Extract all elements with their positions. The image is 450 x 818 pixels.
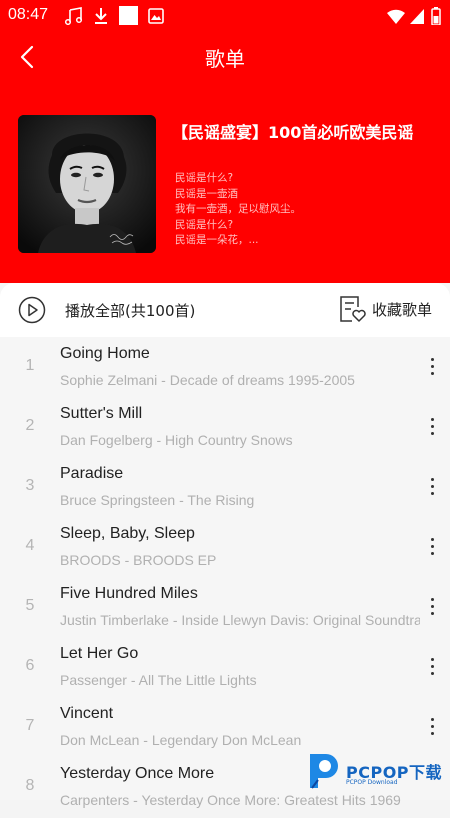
pcpop-logo-icon xyxy=(310,754,338,789)
action-bar: 播放全部(共100首) 收藏歌单 xyxy=(0,283,450,337)
song-list: 1 Going Home Sophie Zelmani - Decade of … xyxy=(0,338,450,818)
collect-list-icon xyxy=(340,296,366,322)
more-options-icon[interactable] xyxy=(422,352,442,380)
song-artist-album: Passenger - All The Little Lights xyxy=(60,672,257,688)
song-row[interactable]: 4 Sleep, Baby, Sleep BROODS - BROODS EP xyxy=(0,518,450,578)
song-artist-album: Don McLean - Legendary Don McLean xyxy=(60,732,302,748)
song-number: 6 xyxy=(25,657,35,674)
song-number: 8 xyxy=(25,777,35,794)
battery-icon xyxy=(431,7,441,25)
description-line: 民谣是一壶酒 xyxy=(175,187,238,200)
song-artist-album: Justin Timberlake - Inside Llewyn Davis:… xyxy=(60,612,420,628)
song-artist-album: Carpenters - Yesterday Once More: Greate… xyxy=(60,792,401,808)
play-all-label: 播放全部(共100首) xyxy=(65,301,196,320)
song-row[interactable]: 6 Let Her Go Passenger - All The Little … xyxy=(0,638,450,698)
collect-playlist-button[interactable]: 收藏歌单 xyxy=(338,293,432,325)
picture-icon xyxy=(148,8,164,24)
nav-bar: 歌单 xyxy=(0,32,450,82)
play-all-button[interactable]: 播放全部(共100首) xyxy=(18,295,195,325)
more-options-icon[interactable] xyxy=(422,412,442,440)
song-artist-album: Dan Fogelberg - High Country Snows xyxy=(60,432,293,448)
more-options-icon[interactable] xyxy=(422,712,442,740)
description-line: 我有一壶酒，足以慰风尘。 xyxy=(175,203,301,215)
download-icon xyxy=(95,8,107,24)
description-line: 民谣是一朵花，... xyxy=(175,234,259,246)
song-artist-album: BROODS - BROODS EP xyxy=(60,552,217,568)
song-number: 3 xyxy=(25,477,35,494)
song-title: Sutter's Mill xyxy=(60,405,143,422)
status-time: 08:47 xyxy=(8,6,49,23)
description-line: 民谣是什么? xyxy=(175,218,234,231)
song-artist-album: Sophie Zelmani - Decade of dreams 1995-2… xyxy=(60,372,355,388)
watermark-subtext: PCPOP Download xyxy=(346,779,398,786)
cover-portrait xyxy=(18,115,156,253)
more-options-icon[interactable] xyxy=(422,592,442,620)
play-circle-icon xyxy=(18,296,46,324)
white-square-icon xyxy=(119,6,138,25)
status-bar: 08:47 xyxy=(0,0,450,32)
playlist-title: 【民谣盛宴】100首必听欧美民谣 xyxy=(172,123,414,142)
description-line: 民谣是什么? xyxy=(175,172,234,184)
page-title: 歌单 xyxy=(205,47,245,71)
song-number: 4 xyxy=(25,537,35,554)
song-title: Five Hundred Miles xyxy=(60,585,198,602)
song-title: Going Home xyxy=(60,345,150,362)
more-options-icon[interactable] xyxy=(422,532,442,560)
music-note-icon xyxy=(64,7,83,25)
song-row[interactable]: 2 Sutter's Mill Dan Fogelberg - High Cou… xyxy=(0,398,450,458)
song-number: 1 xyxy=(25,357,35,374)
playlist-cover-image[interactable] xyxy=(18,115,156,253)
playlist-description[interactable]: 民谣是什么? 民谣是一壶酒 我有一壶酒，足以慰风尘。 民谣是什么? 民谣是一朵花… xyxy=(175,171,375,249)
song-title: Paradise xyxy=(60,465,124,482)
song-artist-album: Bruce Springsteen - The Rising xyxy=(60,492,255,508)
song-row[interactable]: 5 Five Hundred Miles Justin Timberlake -… xyxy=(0,578,450,638)
watermark-logo: PCPOP下载 PCPOP Download xyxy=(302,748,444,792)
song-title: Let Her Go xyxy=(60,645,139,662)
song-row[interactable]: 1 Going Home Sophie Zelmani - Decade of … xyxy=(0,338,450,398)
collect-playlist-label: 收藏歌单 xyxy=(371,300,432,319)
signal-icon xyxy=(410,9,424,24)
more-options-icon[interactable] xyxy=(422,652,442,680)
more-options-icon[interactable] xyxy=(422,472,442,500)
song-number: 2 xyxy=(25,417,35,434)
song-title: Yesterday Once More xyxy=(60,765,215,782)
song-title: Sleep, Baby, Sleep xyxy=(60,525,195,542)
wifi-icon xyxy=(387,9,405,24)
song-row[interactable]: 3 Paradise Bruce Springsteen - The Risin… xyxy=(0,458,450,518)
song-title: Vincent xyxy=(60,705,114,722)
song-number: 5 xyxy=(25,597,35,614)
song-number: 7 xyxy=(25,717,35,734)
